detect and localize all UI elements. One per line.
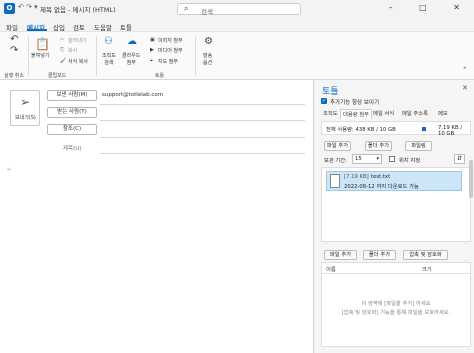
ribbon-collapse-icon[interactable]: ⌃ [462,66,468,74]
file-expiry: 2022-08-12 까지 다운로드 가능 [344,184,419,190]
tab-mail-template[interactable]: 메일 서식 [371,109,396,119]
search-input[interactable]: ⌕ 검색 [177,3,301,16]
usage-panel: 전체 사용량: 438 KB / 10 GB 7.19 KB / 10 GB [321,121,471,137]
add-folder-button[interactable]: 폴더 추가 [365,141,392,151]
redo-icon[interactable]: ↷ [10,45,18,56]
image-attach-button[interactable]: 이미지 첨부 [158,37,183,44]
compose-area: ➢ 보내기(S) 보낸 사람(M) support@totlelab.com 받… [0,80,314,353]
pc-add-file-button[interactable]: 파일 추가 [324,250,357,260]
pc-file-list[interactable]: 이름 크기 이 영역에 [파일을 추가] 하세요 [압축 및 암호화] 기능을 … [321,262,471,347]
paste-button[interactable]: 붙여넣기 [31,52,49,59]
media-icon: ▶ [150,47,154,53]
subject-label: 제목(U) [63,146,82,152]
password-label: 위지 지정 [399,158,421,164]
file-size: [7.19 KB] [344,174,369,180]
to-input[interactable] [100,120,305,121]
pane-tabs: 조직도 대용량 첨부 메일 서식 메일 주소록 메모 [321,109,456,119]
undo-group-label: 실행 취소 [4,73,24,79]
add-file-button[interactable]: 파일 추가 [324,141,351,151]
window-title: 제목 없음 - 메시지 (HTML) [40,6,116,14]
retention-period-select[interactable]: 15 ▾ [352,154,382,164]
search-placeholder: 검색 [201,8,213,16]
tab-memo[interactable]: 메모 [436,109,450,119]
cut-button[interactable]: 잘라내기 [68,37,86,44]
quick-access-icons[interactable]: ↶ ↷ ▾ [18,3,38,11]
uploaded-file-list: [7.19 KB] test.txt 2022-08-12 까지 다운로드 가능 [321,167,471,242]
column-size: 크기 [422,267,432,273]
cc-button[interactable]: 참조(C) [47,124,97,135]
to-button[interactable]: 받는 사람(T) [47,107,97,118]
empty-hint-sub: [압축 및 암호화] 기능을 통해 파일을 보호하세요. [341,310,451,316]
password-checkbox[interactable] [389,156,395,162]
tab-org-chart[interactable]: 조직도 [321,109,340,119]
copy-button[interactable]: 복사 [68,47,77,54]
always-show-label: 추가기능 항상 보이기 [330,100,380,106]
send-icon: ➢ [20,95,31,109]
cc-input[interactable] [100,137,305,138]
org-chart-icon[interactable]: ⚇ [104,36,113,47]
usage-bar [422,127,426,131]
field-divider [100,104,305,105]
always-show-checkbox[interactable]: ✓ [321,98,327,104]
send-options-button[interactable]: 발송 옵션 [203,52,212,66]
pane-scrollbar[interactable] [469,160,473,198]
outlook-logo-icon: O [4,3,15,14]
send-label: 보내기(S) [15,115,36,121]
retention-period-label: 보관 기간: [324,158,347,164]
image-icon: ▣ [150,37,155,43]
menu-bar: 파일 메시지 삽입 검토 도움말 토틀 [0,17,474,32]
list-item[interactable]: [7.19 KB] test.txt 2022-08-12 까지 다운로드 가능 [326,171,462,191]
map-icon: ⌖ [150,58,153,64]
scissors-icon: ✂ [60,37,65,43]
column-name: 이름 [326,267,336,273]
pane-title: 토틀 [322,87,339,97]
clipboard-group-label: 클립보드 [48,73,67,79]
cloud-icon[interactable]: ☁ [127,36,137,47]
org-search-button[interactable]: 조직도 검색 [102,52,116,66]
chevron-down-icon: ▾ [376,156,379,162]
totle-task-pane: 토틀 ✕ ✓ 추가기능 항상 보이기 조직도 대용량 첨부 메일 서식 메일 주… [315,80,474,353]
retention-period-value: 15 [355,156,362,162]
ribbon: ↶ ↷ 실행 취소 📋 붙여넣기 ✂ 잘라내기 ⎘ 복사 🖌 서식 복사 클립보… [0,31,474,80]
empty-hint: 이 영역에 [파일을 추가] 하세요 [361,301,431,307]
window-controls[interactable]: – □ ✕ [389,3,472,12]
from-value: support@totlelab.com [102,92,164,98]
tab-address-book[interactable]: 메일 주소록 [400,109,430,119]
ribbon-separator [28,36,29,76]
file-link-button[interactable]: 파일링 [405,141,432,151]
send-button[interactable]: ➢ 보내기(S) [10,90,40,126]
format-painter-icon: 🖌 [60,58,67,64]
attachment-usage: 7.19 KB / 10 GB [438,125,463,137]
subject-input[interactable] [100,153,305,154]
format-painter-button[interactable]: 서식 복사 [68,58,88,65]
ribbon-separator [195,36,196,76]
compress-encrypt-button[interactable]: 압축 및 암호화 [403,250,448,260]
total-usage: 전체 사용량: 438 KB / 10 GB [326,127,396,133]
tab-large-attach[interactable]: 대용량 첨부 [340,109,373,119]
ribbon-separator [96,36,97,76]
media-attach-button[interactable]: 미디어 첨부 [158,47,183,54]
undo-icon[interactable]: ↶ [10,34,18,45]
send-options-icon[interactable]: ⚙ [204,36,213,47]
header-divider [322,273,470,274]
file-icon [330,174,340,188]
totle-group-label: 토틀 [155,73,165,79]
close-icon[interactable]: ✕ [462,84,468,92]
sort-icon[interactable]: ⇵ [454,154,465,164]
copy-icon: ⎘ [60,47,65,53]
clipboard-icon[interactable]: 📋 [35,37,50,51]
body-editor[interactable]: ↵ [7,167,11,173]
search-icon: ⌕ [184,4,189,13]
pc-add-folder-button[interactable]: 폴더 추가 [363,250,396,260]
cloud-attach-button[interactable]: 클라우드 첨부 [122,52,140,66]
file-name: test.txt [371,174,391,180]
map-attach-button[interactable]: 지도 첨부 [158,58,178,65]
from-button[interactable]: 보낸 사람(M) [47,90,97,101]
